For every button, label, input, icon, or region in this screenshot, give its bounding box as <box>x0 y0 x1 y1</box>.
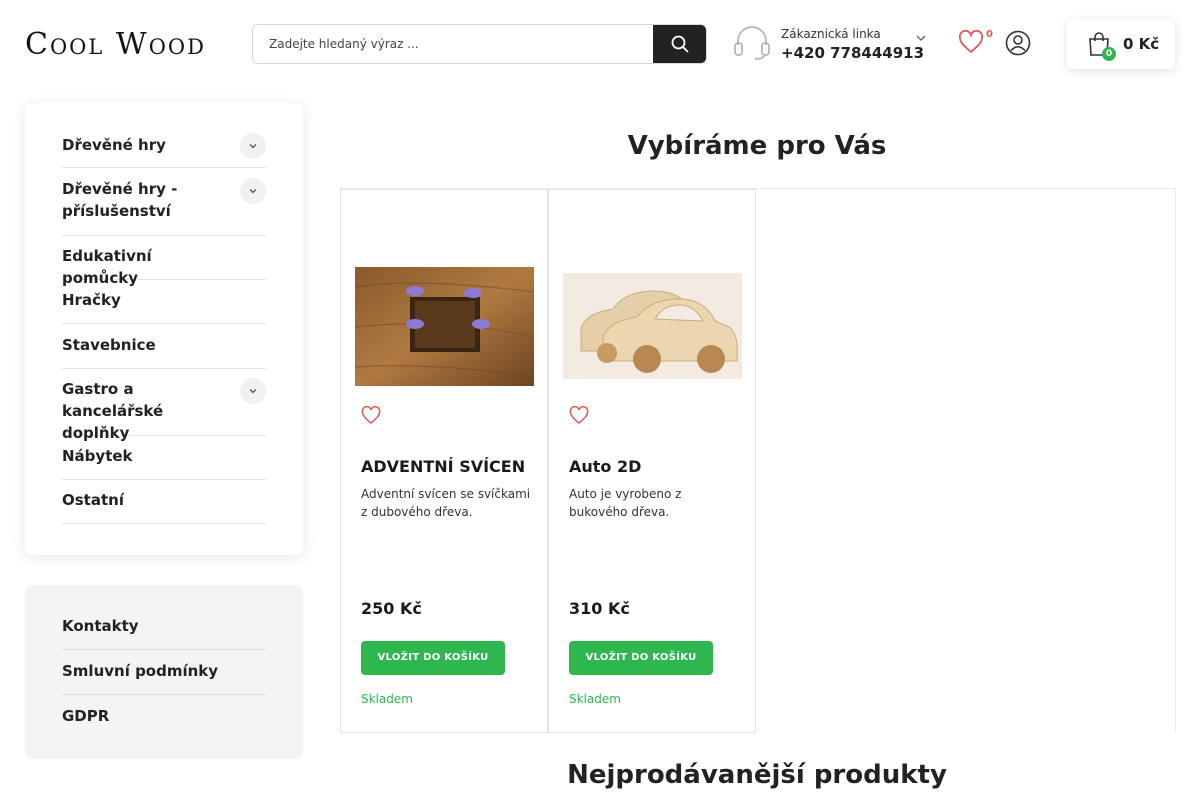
add-to-cart-button[interactable]: VLOŽIT DO KOŠÍKU <box>361 641 505 675</box>
sidebar-item-nabytek[interactable]: Nábytek <box>62 445 266 480</box>
user-icon <box>1005 30 1031 56</box>
section-title: Vybíráme pro Vás <box>627 131 887 161</box>
search-icon <box>671 35 688 53</box>
account-button[interactable] <box>1005 30 1031 60</box>
product-image[interactable] <box>355 267 534 386</box>
sidebar-item-stavebnice[interactable]: Stavebnice <box>62 334 266 369</box>
link-kontakty[interactable]: Kontakty <box>62 615 266 650</box>
sidebar-item-hracky[interactable]: Hračky <box>62 289 266 324</box>
wishlist-count: 0 <box>986 29 993 40</box>
headset-icon <box>734 26 770 60</box>
product-image[interactable] <box>563 273 742 379</box>
heart-icon <box>958 29 984 54</box>
availability-status: Skladem <box>569 692 621 706</box>
cart-total: 0 Kč <box>1123 35 1160 53</box>
cart-count-badge: 0 <box>1102 47 1116 61</box>
chevron-down-icon <box>249 144 257 149</box>
chevron-down-icon[interactable] <box>916 33 926 43</box>
sidebar-item-label: Stavebnice <box>62 336 156 354</box>
support-phone[interactable]: +420 778444913 <box>781 44 924 62</box>
logo-text: Cool Wood <box>25 26 206 62</box>
search-bar <box>252 24 707 64</box>
chevron-down-icon <box>249 189 257 194</box>
search-input[interactable] <box>253 25 653 63</box>
product-card[interactable]: Auto 2D Auto je vyrobeno z bukového dřev… <box>548 189 756 733</box>
sidebar-item-label: Nábytek <box>62 447 133 465</box>
sidebar-item-label: Dřevěné hry - příslušenství <box>62 180 178 220</box>
cart-button[interactable]: 0 0 Kč <box>1067 19 1175 69</box>
support-label: Zákaznická linka <box>781 27 881 41</box>
sidebar-item-label: Hračky <box>62 291 121 309</box>
info-links: Kontakty Smluvní podmínky GDPR <box>25 585 303 759</box>
sidebar-item-ostatni[interactable]: Ostatní <box>62 489 266 524</box>
availability-status: Skladem <box>361 692 413 706</box>
sidebar-item-gastro[interactable]: Gastro a kancelářské doplňky <box>62 378 266 442</box>
product-description: Adventní svícen se svíčkami z dubového d… <box>361 487 531 519</box>
product-price: 310 Kč <box>569 599 630 618</box>
expand-toggle[interactable] <box>240 378 266 404</box>
link-label: Smluvní podmínky <box>62 662 219 680</box>
logo[interactable]: Cool Wood <box>25 26 206 62</box>
expand-toggle[interactable] <box>240 178 266 204</box>
customer-support[interactable]: Zákaznická linka +420 778444913 <box>733 25 933 65</box>
site-header: Cool Wood Zákaznická linka +420 77844491… <box>0 0 1200 90</box>
search-button[interactable] <box>653 25 706 63</box>
sidebar-item-label: Dřevěné hry <box>62 136 166 154</box>
product-name[interactable]: Auto 2D <box>569 457 641 476</box>
expand-toggle[interactable] <box>240 133 266 159</box>
category-sidebar: Dřevěné hry Dřevěné hry - příslušenství … <box>25 103 303 555</box>
product-card[interactable]: ADVENTNÍ SVÍCEN Adventní svícen se svíčk… <box>340 189 548 733</box>
link-smluvni-podminky[interactable]: Smluvní podmínky <box>62 660 266 695</box>
add-to-cart-button[interactable]: VLOŽIT DO KOŠÍKU <box>569 641 713 675</box>
add-to-wishlist-icon[interactable] <box>569 406 589 424</box>
sidebar-item-label: Edukativní pomůcky <box>62 247 152 287</box>
sidebar-item-label: Gastro a kancelářské doplňky <box>62 380 164 442</box>
wishlist-button[interactable]: 0 <box>958 29 998 60</box>
chevron-down-icon <box>249 389 257 394</box>
link-label: GDPR <box>62 707 110 725</box>
sidebar-item-drevene-hry[interactable]: Dřevěné hry <box>62 131 266 168</box>
product-name[interactable]: ADVENTNÍ SVÍCEN <box>361 457 525 476</box>
sidebar-item-drevene-hry-prislusenstvi[interactable]: Dřevěné hry - příslušenství <box>62 178 266 236</box>
add-to-wishlist-icon[interactable] <box>361 406 381 424</box>
link-label: Kontakty <box>62 617 139 635</box>
sidebar-item-edukativni-pomucky[interactable]: Edukativní pomůcky <box>62 245 266 287</box>
link-gdpr[interactable]: GDPR <box>62 705 266 735</box>
product-price: 250 Kč <box>361 599 422 618</box>
bestsellers-title: Nejprodávanější produkty <box>567 760 947 790</box>
divider <box>1175 188 1176 733</box>
sidebar-item-label: Ostatní <box>62 491 124 509</box>
product-description: Auto je vyrobeno z bukového dřeva. <box>569 487 682 519</box>
